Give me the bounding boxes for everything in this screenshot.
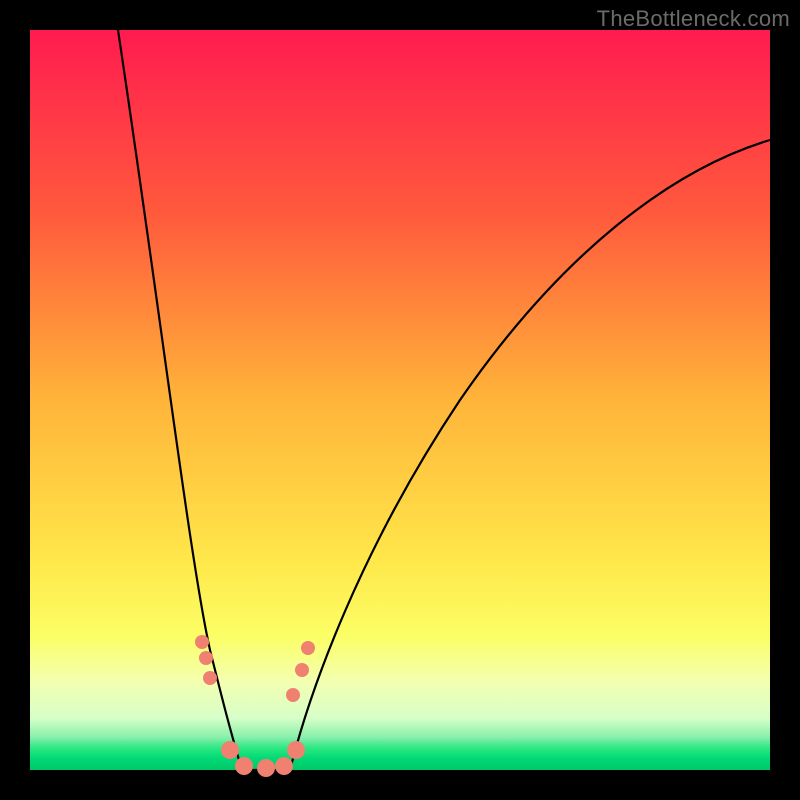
data-marker — [235, 757, 253, 775]
data-marker — [301, 641, 315, 655]
data-marker — [221, 741, 239, 759]
markers-group — [195, 635, 315, 777]
data-marker — [199, 651, 213, 665]
data-marker — [195, 635, 209, 649]
curve-right-curve — [290, 140, 770, 770]
data-marker — [203, 671, 217, 685]
data-marker — [275, 757, 293, 775]
data-marker — [295, 663, 309, 677]
data-marker — [286, 688, 300, 702]
data-marker — [287, 741, 305, 759]
curve-left-curve — [118, 30, 242, 770]
chart-frame — [30, 30, 770, 770]
data-marker — [257, 759, 275, 777]
watermark-text: TheBottleneck.com — [597, 6, 790, 32]
chart-curves — [30, 30, 770, 770]
series-group — [118, 30, 770, 770]
